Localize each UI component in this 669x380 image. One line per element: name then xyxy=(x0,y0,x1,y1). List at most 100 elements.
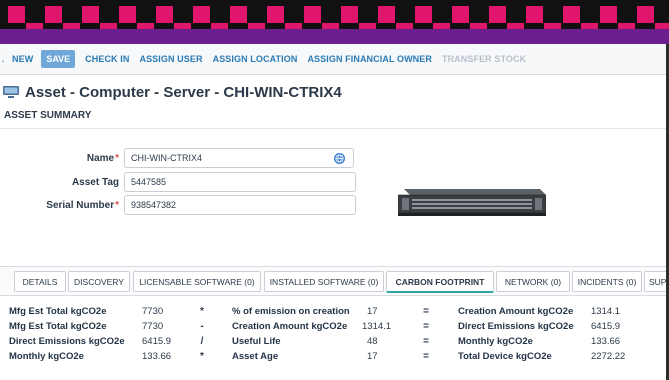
cf-row4-label2: Asset Age xyxy=(232,351,279,362)
banner-square xyxy=(378,6,395,23)
globe-icon[interactable] xyxy=(334,153,345,164)
tab-discovery[interactable]: DISCOVERY xyxy=(68,271,130,292)
banner-square xyxy=(45,6,62,23)
asset-tag-row: Asset Tag 5447585 xyxy=(0,172,356,192)
cf-row2-label1: Mfg Est Total kgCO2e xyxy=(9,321,107,332)
assign-location-button[interactable]: ASSIGN LOCATION xyxy=(213,54,298,64)
cf-row3-value2: 48 xyxy=(367,336,378,347)
cf-row1-label2: % of emission on creation xyxy=(232,306,350,317)
asset-tag-field[interactable]: 5447585 xyxy=(124,172,356,192)
banner-square xyxy=(156,6,173,23)
server-image xyxy=(398,189,546,216)
cf-row2-value1: 7730 xyxy=(142,321,164,332)
cf-row3-value3: 133.66 xyxy=(591,336,621,347)
cf-row4-operator2: = xyxy=(423,351,429,362)
asset-tag-value: 5447585 xyxy=(131,177,167,187)
transfer-stock-button[interactable]: TRANSFER STOCK xyxy=(442,54,526,64)
new-button[interactable]: NEW xyxy=(12,54,33,64)
banner-square xyxy=(63,23,80,29)
name-row: Name* CHI-WIN-CTRIX4 xyxy=(0,148,354,168)
banner-purple-band xyxy=(0,29,669,44)
serial-number-value: 938547382 xyxy=(131,200,177,210)
banner-square xyxy=(82,6,99,23)
banner-square xyxy=(285,23,302,29)
cf-row4-value3: 2272.22 xyxy=(591,351,626,362)
section-divider xyxy=(0,128,669,129)
banner-square xyxy=(119,6,136,23)
cf-row4-label3: Total Device kgCO2e xyxy=(458,351,552,362)
banner-square xyxy=(100,23,117,29)
cf-row4-label1: Monthly kgCO2e xyxy=(9,351,84,362)
page-title-text: Asset - Computer - Server - CHI-WIN-CTRI… xyxy=(25,83,342,101)
banner-square xyxy=(526,6,543,23)
banner-square xyxy=(193,6,210,23)
serial-number-field[interactable]: 938547382 xyxy=(124,195,356,215)
computer-icon xyxy=(3,86,19,98)
name-field[interactable]: CHI-WIN-CTRIX4 xyxy=(124,148,354,168)
cf-row3-label1: Direct Emissions kgCO2e xyxy=(9,336,125,347)
banner-square xyxy=(452,6,469,23)
decorative-banner xyxy=(0,0,669,44)
banner-square xyxy=(137,23,154,29)
banner-square xyxy=(230,6,247,23)
banner-square xyxy=(637,6,654,23)
cf-row2-value3: 6415.9 xyxy=(591,321,621,332)
banner-square xyxy=(322,23,339,29)
banner-square xyxy=(433,23,450,29)
assign-user-button[interactable]: ASSIGN USER xyxy=(139,54,202,64)
cf-row4-value2: 17 xyxy=(367,351,378,362)
cf-row2-value2: 1314.1 xyxy=(362,321,392,332)
cf-row2-label3: Direct Emissions kgCO2e xyxy=(458,321,574,332)
record-tabs: DETAILS DISCOVERY LICENSABLE SOFTWARE (0… xyxy=(0,266,669,296)
banner-square xyxy=(581,23,598,29)
save-button[interactable]: SAVE xyxy=(41,50,76,68)
tab-licensable-software[interactable]: LICENSABLE SOFTWARE (0) xyxy=(133,271,261,292)
tab-installed-software[interactable]: INSTALLED SOFTWARE (0) xyxy=(264,271,384,292)
banner-square xyxy=(600,6,617,23)
banner-square xyxy=(655,23,669,29)
asset-tag-label: Asset Tag xyxy=(71,176,119,188)
cf-row4-value1: 133.66 xyxy=(142,351,172,362)
banner-square xyxy=(544,23,561,29)
banner-square xyxy=(248,23,265,29)
cf-row1-label3: Creation Amount kgCO2e xyxy=(458,306,574,317)
action-toolbar: · NEW SAVE CHECK IN ASSIGN USER ASSIGN L… xyxy=(0,44,669,75)
cf-row3-operator2: = xyxy=(423,336,429,347)
asset-summary-heading: ASSET SUMMARY xyxy=(4,110,92,121)
cf-row1-value2: 17 xyxy=(367,306,378,317)
assign-financial-owner-button[interactable]: ASSIGN FINANCIAL OWNER xyxy=(307,54,432,64)
banner-square xyxy=(470,23,487,29)
banner-square xyxy=(489,6,506,23)
banner-square xyxy=(26,23,43,29)
page-title: Asset - Computer - Server - CHI-WIN-CTRI… xyxy=(0,80,342,104)
banner-square xyxy=(304,6,321,23)
banner-square xyxy=(267,6,284,23)
check-in-button[interactable]: CHECK IN xyxy=(85,54,129,64)
banner-square xyxy=(211,23,228,29)
tab-carbon-footprint[interactable]: CARBON FOOTPRINT xyxy=(386,271,494,293)
cf-row1-value1: 7730 xyxy=(142,306,164,317)
banner-square xyxy=(359,23,376,29)
banner-square xyxy=(563,6,580,23)
serial-number-row: Serial Number* 938547382 xyxy=(0,195,356,215)
cf-row3-label3: Monthly kgCO2e xyxy=(458,336,533,347)
cf-row2-label2: Creation Amount kgCO2e xyxy=(232,321,348,332)
serial-number-label: Serial Number* xyxy=(46,199,119,211)
cf-row1-label1: Mfg Est Total kgCO2e xyxy=(9,306,107,317)
cf-row3-value1: 6415.9 xyxy=(142,336,172,347)
banner-square xyxy=(8,6,25,23)
name-value: CHI-WIN-CTRIX4 xyxy=(131,153,202,163)
banner-square xyxy=(507,23,524,29)
banner-square xyxy=(618,23,635,29)
toolbar-edge-marker: · xyxy=(2,57,5,66)
name-label: Name* xyxy=(86,152,119,164)
tab-network[interactable]: NETWORK (0) xyxy=(496,271,570,292)
tab-details[interactable]: DETAILS xyxy=(14,271,66,292)
cf-row1-value3: 1314.1 xyxy=(591,306,621,317)
banner-square xyxy=(415,6,432,23)
tab-incidents[interactable]: INCIDENTS (0) xyxy=(572,271,642,292)
cf-row1-operator1: * xyxy=(200,306,204,317)
cf-row4-operator1: * xyxy=(200,351,204,362)
banner-square xyxy=(396,23,413,29)
banner-square xyxy=(341,6,358,23)
